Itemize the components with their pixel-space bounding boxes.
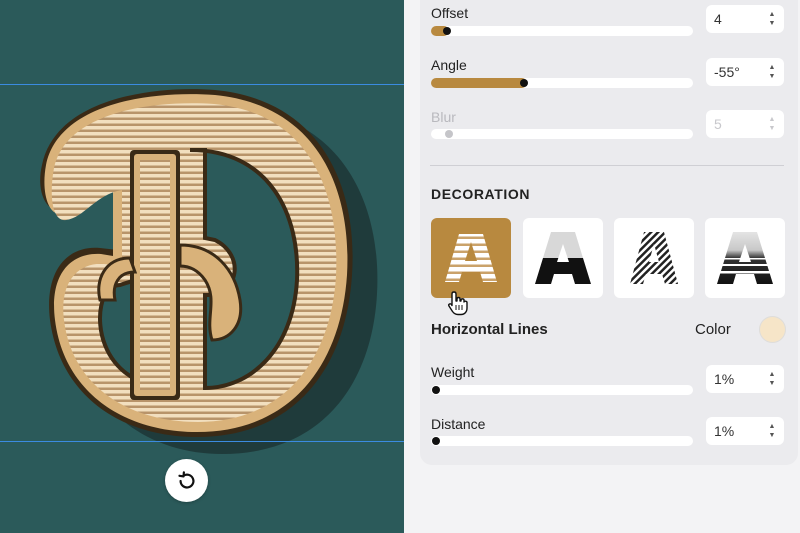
letter-a-gradient-top-icon (535, 232, 591, 284)
stepper-arrows-icon[interactable]: ▲ ▼ (768, 370, 776, 388)
angle-label: Angle (431, 57, 467, 73)
angle-value[interactable]: -55° (714, 64, 740, 80)
color-swatch[interactable] (759, 316, 786, 343)
offset-label: Offset (431, 5, 469, 21)
offset-value[interactable]: 4 (714, 11, 722, 27)
blur-label: Blur (431, 109, 456, 125)
rotate-ccw-icon (177, 470, 195, 489)
stepper-arrows-icon[interactable]: ▲ ▼ (768, 63, 776, 81)
decorated-letter-d (40, 89, 378, 454)
weight-slider[interactable] (431, 385, 693, 395)
guide-line-top (0, 84, 404, 85)
weight-value[interactable]: 1% (714, 371, 734, 387)
letter-a-gradient-lines-icon (715, 232, 775, 284)
distance-slider[interactable] (431, 436, 693, 446)
weight-stepper[interactable]: 1% ▲ ▼ (706, 365, 784, 393)
letter-a-diagonal-lines-icon (630, 232, 678, 284)
letter-canvas[interactable] (0, 0, 404, 533)
decoration-style-gradient-lines[interactable] (705, 218, 785, 298)
offset-slider[interactable] (431, 26, 693, 36)
stepper-arrows-icon[interactable]: ▲ ▼ (768, 10, 776, 28)
weight-label: Weight (431, 364, 475, 380)
decoration-title: DECORATION (431, 186, 531, 202)
section-divider (430, 165, 784, 166)
distance-label: Distance (431, 416, 486, 432)
color-label: Color (695, 321, 731, 338)
offset-stepper[interactable]: 4 ▲ ▼ (706, 5, 784, 33)
decoration-style-gradient-top[interactable] (523, 218, 603, 298)
blur-value: 5 (714, 116, 722, 132)
decoration-style-horizontal-lines[interactable] (431, 218, 511, 298)
angle-slider[interactable] (431, 78, 693, 88)
weight-slider-knob[interactable] (432, 386, 440, 394)
decoration-style-name: Horizontal Lines (431, 321, 548, 338)
blur-slider (431, 129, 693, 139)
guide-line-bottom (0, 441, 404, 442)
angle-slider-fill (431, 78, 527, 88)
letter-a-horizontal-lines-icon (445, 234, 497, 282)
distance-stepper[interactable]: 1% ▲ ▼ (706, 417, 784, 445)
offset-slider-knob[interactable] (443, 27, 451, 35)
distance-value[interactable]: 1% (714, 423, 734, 439)
blur-slider-knob (445, 130, 453, 138)
blur-stepper: 5 ▲ ▼ (706, 110, 784, 138)
hand-pointer-icon (448, 291, 468, 316)
stepper-arrows-icon[interactable]: ▲ ▼ (768, 422, 776, 440)
angle-slider-knob[interactable] (520, 79, 528, 87)
reset-button[interactable] (165, 459, 208, 502)
distance-slider-knob[interactable] (432, 437, 440, 445)
stepper-arrows-icon: ▲ ▼ (768, 116, 776, 132)
decoration-style-diagonal-lines[interactable] (614, 218, 694, 298)
angle-stepper[interactable]: -55° ▲ ▼ (706, 58, 784, 86)
